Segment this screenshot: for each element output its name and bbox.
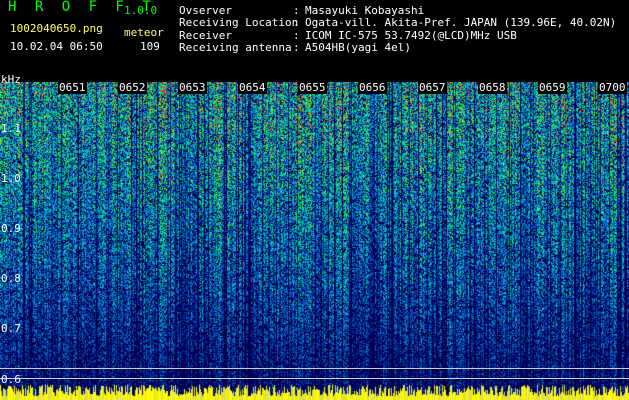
date-time: 10.02.04 06:50 xyxy=(10,40,103,53)
time-label-0656: 0656 xyxy=(358,81,387,94)
time-label-0655: 0655 xyxy=(298,81,327,94)
location-value: Ogata-vill. Akita-Pref. JAPAN (139.96E, … xyxy=(305,16,617,29)
antenna-value: A504HB(yagi 4el) xyxy=(305,41,411,54)
time-label-0652: 0652 xyxy=(118,81,147,94)
file-name: 1002040650.png xyxy=(10,22,103,35)
freq-label-0-7: 0.7 xyxy=(1,322,21,335)
freq-label-0-9: 0.9 xyxy=(1,222,21,235)
time-label-0651: 0651 xyxy=(58,81,87,94)
reference-line-lower xyxy=(0,378,629,379)
time-label-0654: 0654 xyxy=(238,81,267,94)
axis-unit-khz: kHz xyxy=(1,73,21,86)
freq-label-0-6: 0.6 xyxy=(1,373,21,386)
time-label-0700: 0700 xyxy=(598,81,627,94)
location-colon: : xyxy=(293,16,300,29)
freq-label-0-8: 0.8 xyxy=(1,272,21,285)
antenna-colon: : xyxy=(293,41,300,54)
time-label-0659: 0659 xyxy=(538,81,567,94)
meteor-count: 109 xyxy=(140,40,160,53)
time-label-0653: 0653 xyxy=(178,81,207,94)
reference-line-upper xyxy=(0,368,629,369)
spectrogram-panel xyxy=(0,82,629,400)
location-label: Receiving Location xyxy=(179,16,299,29)
time-label-0658: 0658 xyxy=(478,81,507,94)
antenna-label: Receiving antenna xyxy=(179,41,292,54)
spectrogram-waterfall xyxy=(0,82,629,400)
app-version: 1.0.0 xyxy=(124,4,158,17)
freq-label-1-0: 1.0 xyxy=(1,172,21,185)
freq-label-1-1: 1.1 xyxy=(1,122,21,135)
meteor-label: meteor xyxy=(124,26,164,39)
time-label-0657: 0657 xyxy=(418,81,447,94)
hroft-window: H R O F F T 1.0.0 1002040650.png meteor … xyxy=(0,0,629,400)
